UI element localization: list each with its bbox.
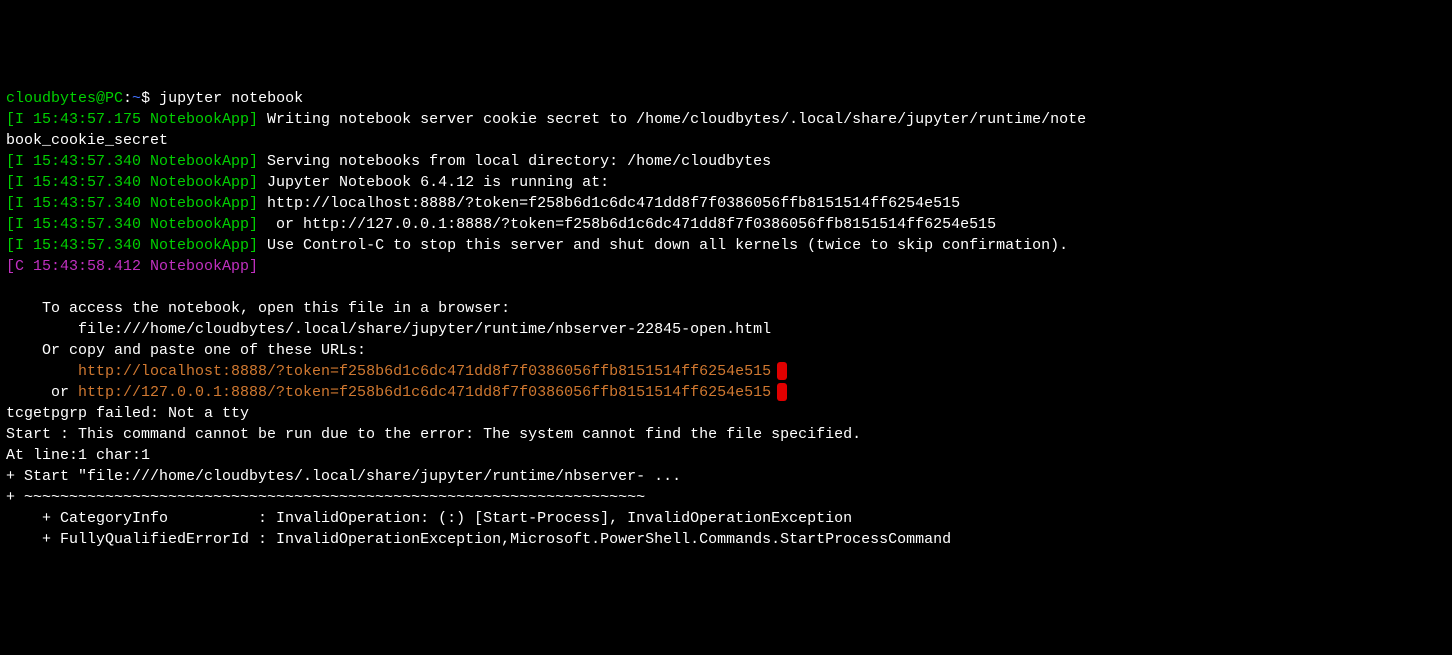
info-line: file:///home/cloudbytes/.local/share/jup… [6,319,1446,340]
log-prefix: [I 15:43:57.340 NotebookApp] [6,153,258,170]
info-url-line: or http://127.0.0.1:8888/?token=f258b6d1… [6,382,1446,403]
log-text: Use Control-C to stop this server and sh… [258,237,1068,254]
log-text: or http://127.0.0.1:8888/?token=f258b6d1… [258,216,996,233]
prompt-line: cloudbytes@PC:~$ jupyter notebook [6,88,1446,109]
log-line: [I 15:43:57.340 NotebookApp] Serving not… [6,151,1446,172]
error-line: At line:1 char:1 [6,445,1446,466]
prompt-cwd: ~ [132,90,141,107]
log-prefix: [C 15:43:58.412 NotebookApp] [6,258,258,275]
log-prefix: [I 15:43:57.340 NotebookApp] [6,195,258,212]
blank-line [6,277,1446,298]
log-line: [I 15:43:57.340 NotebookApp] http://loca… [6,193,1446,214]
error-line: + ~~~~~~~~~~~~~~~~~~~~~~~~~~~~~~~~~~~~~~… [6,487,1446,508]
cursor-marker [777,383,787,401]
log-prefix: [I 15:43:57.340 NotebookApp] [6,216,258,233]
log-prefix: [I 15:43:57.175 NotebookApp] [6,111,258,128]
log-line: [I 15:43:57.340 NotebookApp] Use Control… [6,235,1446,256]
log-text: Writing notebook server cookie secret to… [258,111,1086,128]
log-line: [C 15:43:58.412 NotebookApp] [6,256,1446,277]
info-url-line: http://localhost:8888/?token=f258b6d1c6d… [6,361,1446,382]
terminal-output[interactable]: cloudbytes@PC:~$ jupyter notebook[I 15:4… [6,88,1446,550]
info-line: To access the notebook, open this file i… [6,298,1446,319]
prompt-user-host: cloudbytes@PC [6,90,123,107]
cursor-marker [777,362,787,380]
error-line: Start : This command cannot be run due t… [6,424,1446,445]
log-text: Jupyter Notebook 6.4.12 is running at: [258,174,609,191]
log-prefix: [I 15:43:57.340 NotebookApp] [6,237,258,254]
log-line: [I 15:43:57.340 NotebookApp] Jupyter Not… [6,172,1446,193]
error-line: + Start "file:///home/cloudbytes/.local/… [6,466,1446,487]
notebook-url[interactable]: http://127.0.0.1:8888/?token=f258b6d1c6d… [78,384,771,401]
log-line-wrap: book_cookie_secret [6,130,1446,151]
log-text: http://localhost:8888/?token=f258b6d1c6d… [258,195,960,212]
notebook-url[interactable]: http://localhost:8888/?token=f258b6d1c6d… [78,363,771,380]
log-text: Serving notebooks from local directory: … [258,153,771,170]
error-line: + FullyQualifiedErrorId : InvalidOperati… [6,529,1446,550]
log-line: [I 15:43:57.340 NotebookApp] or http://1… [6,214,1446,235]
error-line: tcgetpgrp failed: Not a tty [6,403,1446,424]
info-line: Or copy and paste one of these URLs: [6,340,1446,361]
prompt-command: jupyter notebook [159,90,303,107]
error-line: + CategoryInfo : InvalidOperation: (:) [… [6,508,1446,529]
log-prefix: [I 15:43:57.340 NotebookApp] [6,174,258,191]
log-line: [I 15:43:57.175 NotebookApp] Writing not… [6,109,1446,130]
